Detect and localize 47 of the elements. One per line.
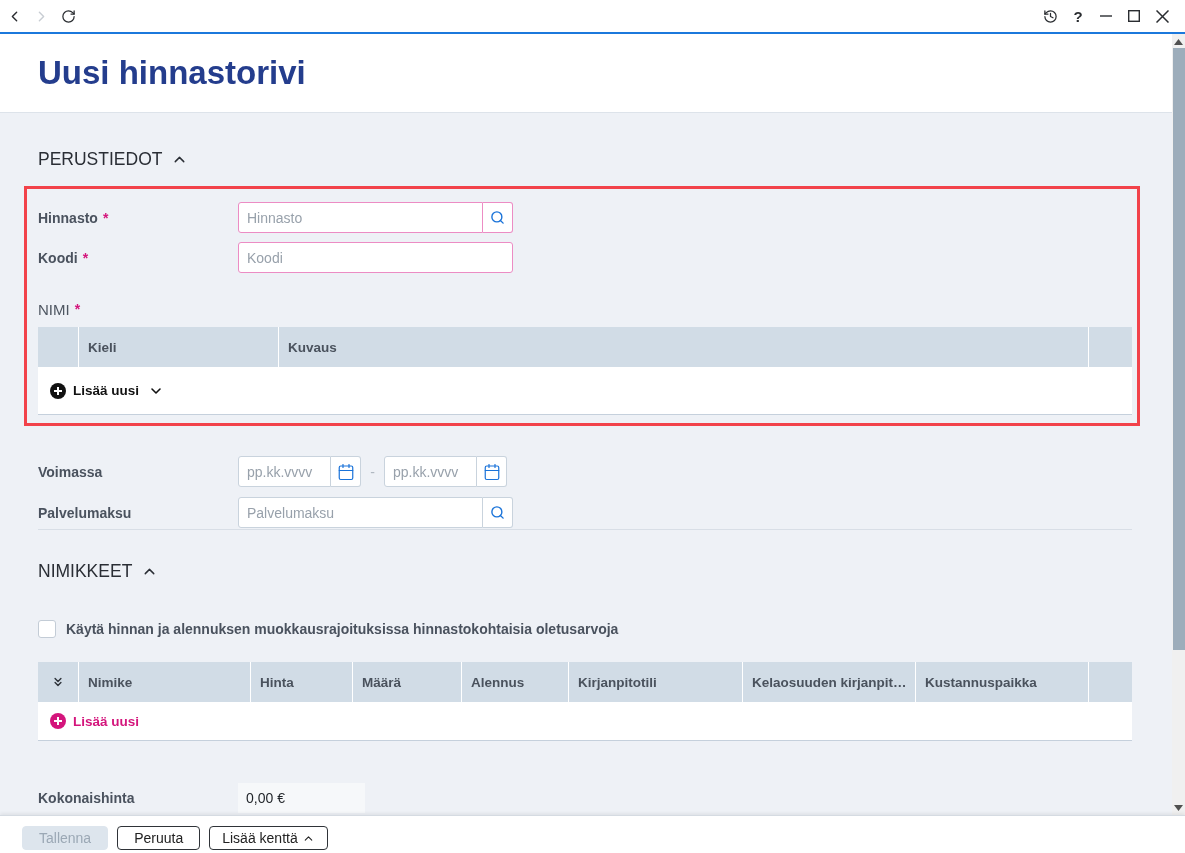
scroll-up-icon[interactable] — [1174, 39, 1183, 45]
checkbox[interactable] — [38, 620, 56, 638]
checkbox-label: Käytä hinnan ja alennuksen muokkausrajoituksissa hinnastokohtaisia oletusarvoja — [66, 621, 619, 637]
required-asterisk: * — [82, 249, 89, 266]
input-field[interactable]: Hinnasto — [238, 202, 483, 233]
section-header[interactable]: NIMIKKEET — [38, 560, 159, 582]
input-field[interactable]: Koodi — [238, 242, 513, 273]
calendar-icon — [336, 462, 355, 481]
minimize-icon — [1100, 15, 1112, 17]
reload-icon — [60, 8, 76, 24]
required-asterisk: * — [74, 301, 81, 317]
table-label: NIMI — [38, 300, 70, 318]
date-field[interactable]: pp.kk.vvvv — [384, 456, 477, 487]
required-asterisk: * — [102, 209, 109, 226]
section-header[interactable]: PERUSTIEDOT — [38, 148, 189, 170]
calendar-button[interactable] — [477, 456, 507, 487]
search-button[interactable] — [483, 497, 513, 528]
page-title: Uusi hinnastorivi — [38, 54, 306, 92]
range-separator: - — [369, 463, 376, 480]
plus-circle-icon — [50, 713, 66, 729]
field-label: Voimassa — [38, 463, 103, 480]
date-field[interactable]: pp.kk.vvvv — [238, 456, 331, 487]
plus-circle-icon — [50, 382, 66, 399]
history-icon — [1042, 8, 1058, 24]
footer-button[interactable]: Lisää kenttä — [209, 826, 328, 850]
field-label: Palvelumaksu — [38, 504, 132, 521]
field-label: Kokonaishinta — [38, 790, 135, 806]
maximize-icon — [1128, 10, 1140, 22]
input-field[interactable]: Palvelumaksu — [238, 497, 483, 528]
add-new-button[interactable]: Lisää uusi — [50, 713, 140, 729]
expand-rows-button[interactable] — [51, 675, 65, 689]
scroll-down-icon[interactable] — [1174, 805, 1183, 811]
scrollbar-thumb[interactable] — [1172, 48, 1185, 650]
search-icon — [490, 210, 505, 225]
footer-button[interactable]: Peruuta — [117, 826, 201, 850]
calendar-button[interactable] — [331, 456, 361, 487]
calendar-icon — [482, 462, 501, 481]
close-icon — [1155, 9, 1169, 23]
help-button[interactable]: ? — [1066, 4, 1090, 28]
total-value: 0,00 € — [238, 783, 365, 813]
add-new-button[interactable]: Lisää uusi — [50, 382, 165, 399]
search-icon — [490, 505, 505, 520]
search-button[interactable] — [483, 202, 513, 233]
chevrons-down-icon — [51, 675, 65, 689]
field-label: Koodi — [38, 249, 78, 266]
field-label: Hinnasto — [38, 209, 98, 226]
scrollbar[interactable] — [1172, 34, 1185, 815]
